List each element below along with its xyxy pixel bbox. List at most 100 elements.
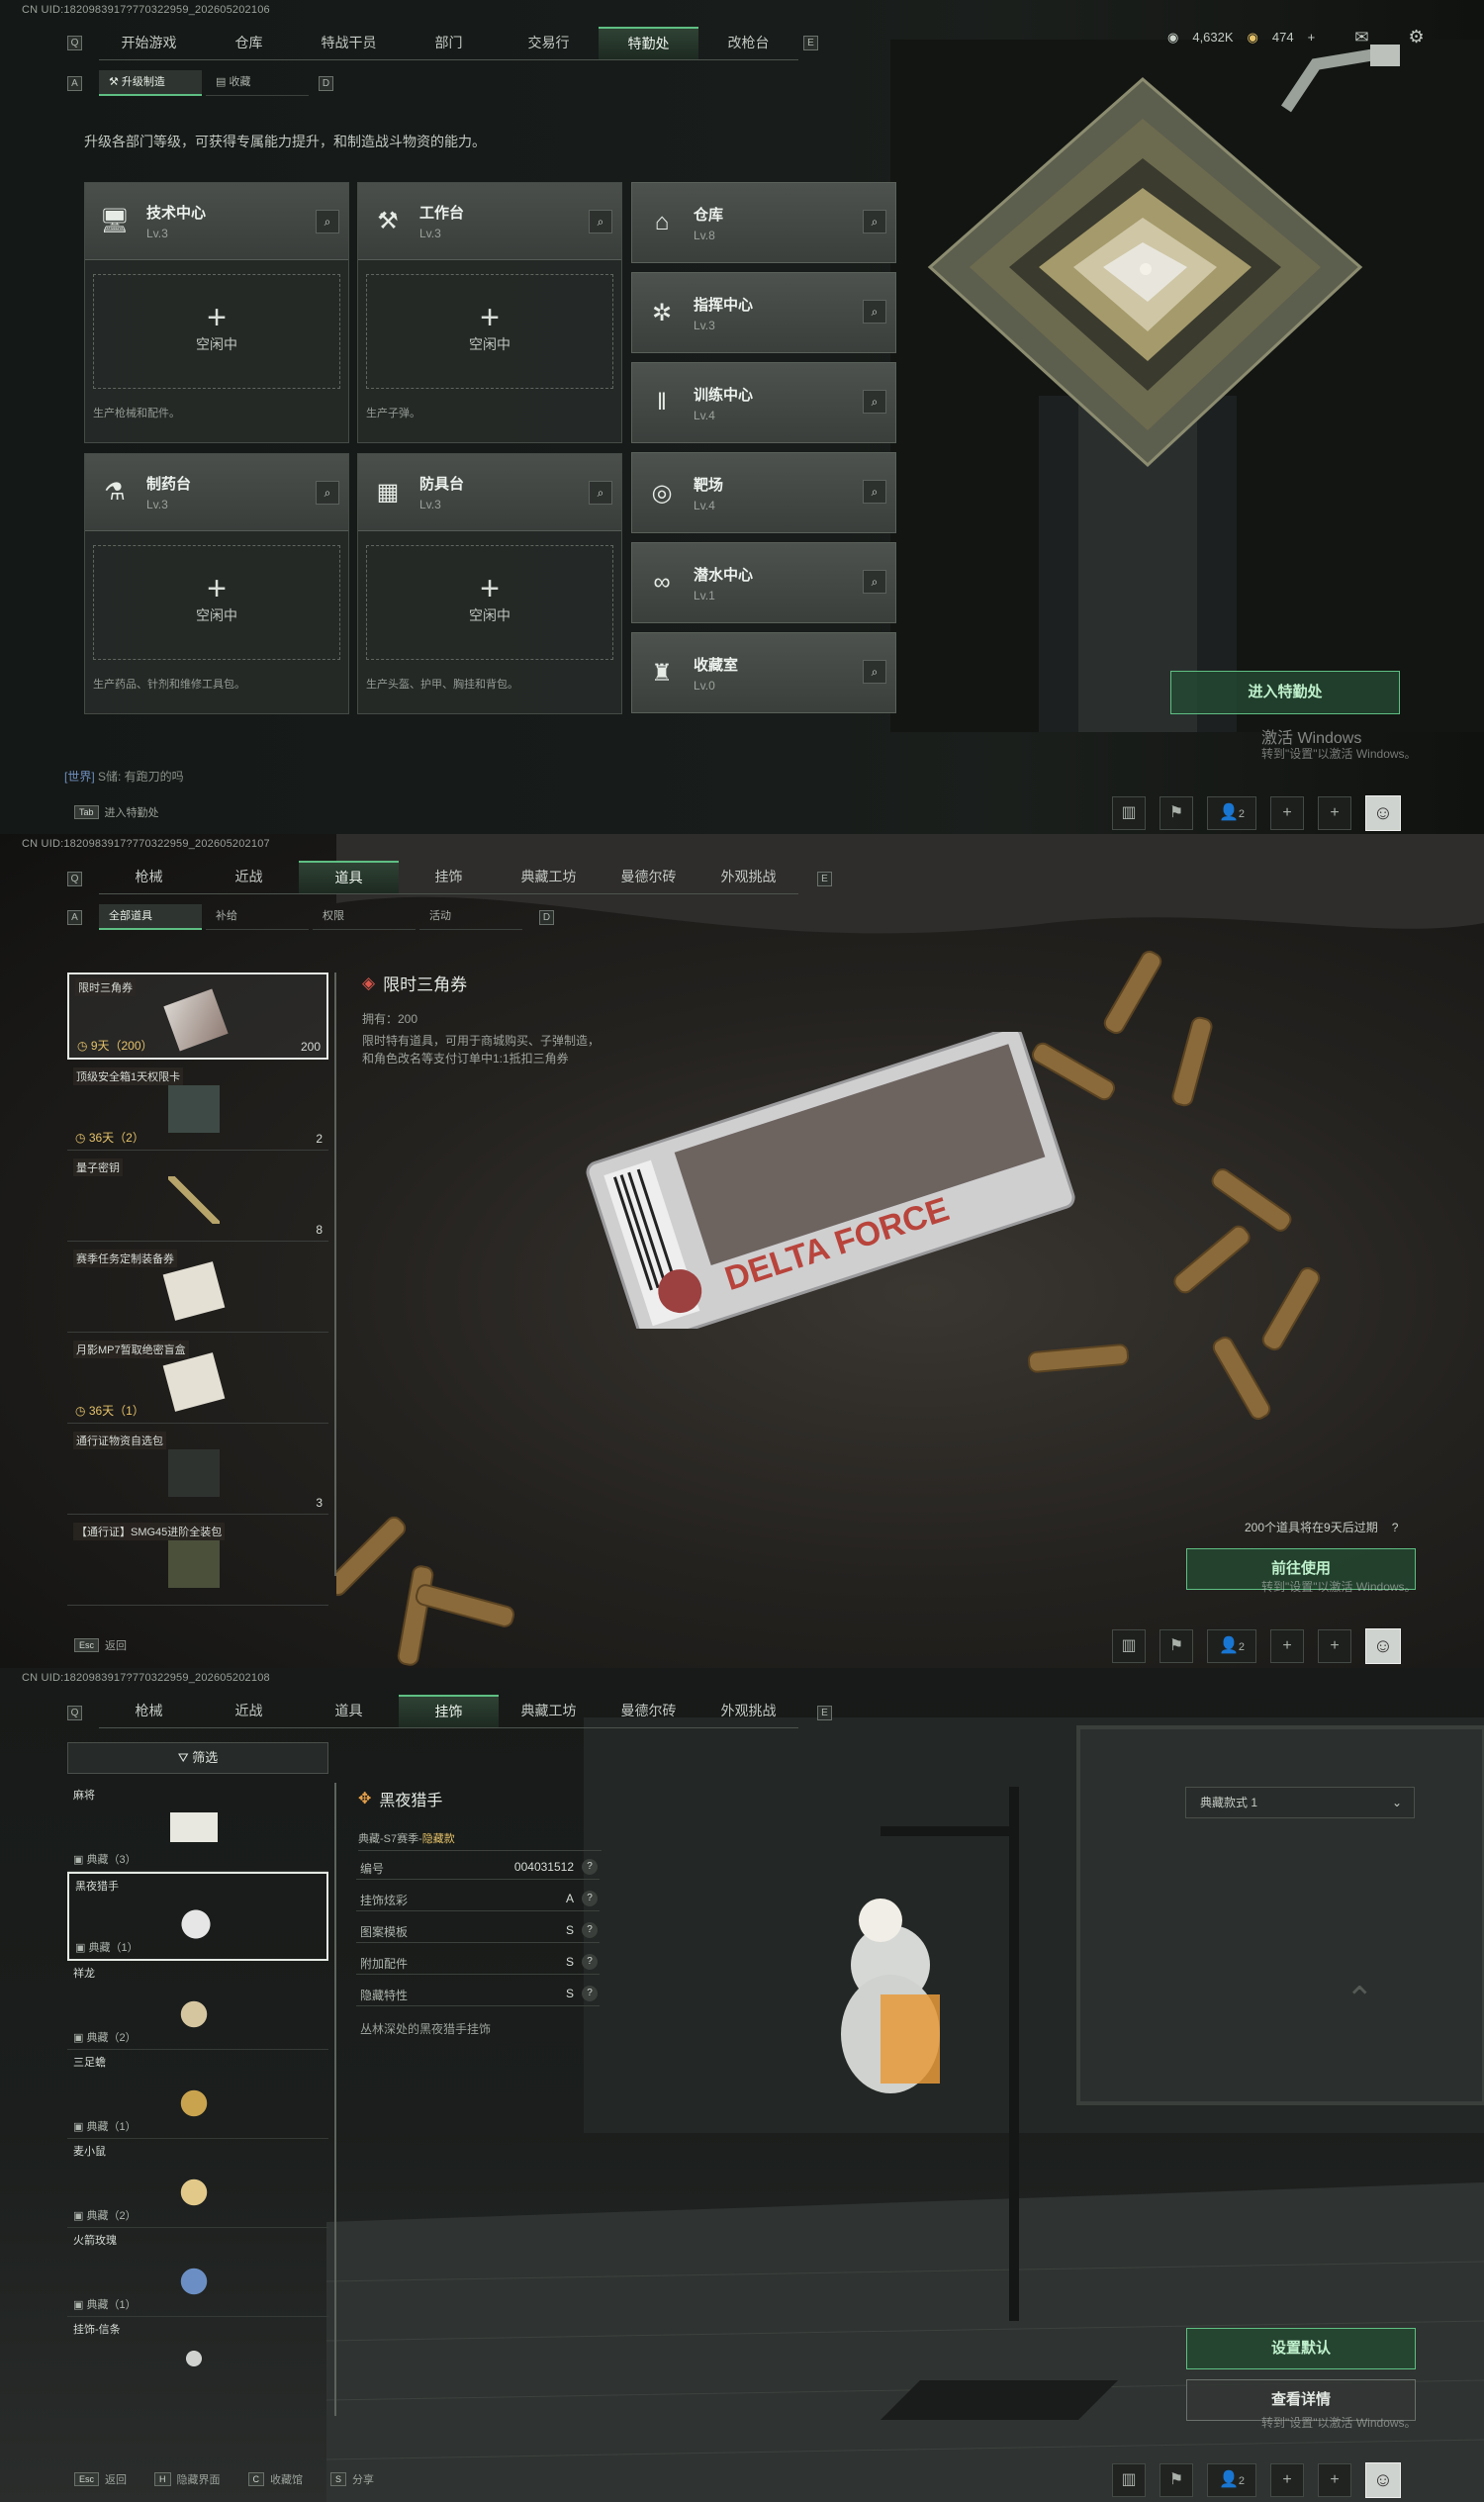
- subtab-all-items[interactable]: 全部道具: [99, 904, 202, 930]
- set-default-button[interactable]: 设置默认: [1186, 2328, 1416, 2369]
- stats-icon[interactable]: ▥: [1112, 1629, 1146, 1663]
- tab-hint[interactable]: Tab 进入特勤处: [74, 804, 159, 820]
- style-select[interactable]: 典藏款式 1 ⌄: [1185, 1787, 1415, 1818]
- invite-plus-button[interactable]: +: [1270, 2463, 1304, 2497]
- friends-button[interactable]: 👤2: [1207, 796, 1256, 830]
- tab-workshop[interactable]: 典藏工坊: [499, 861, 599, 893]
- invite-plus-button[interactable]: +: [1270, 796, 1304, 830]
- search-icon[interactable]: ⌕: [863, 300, 886, 324]
- tab-special-ops[interactable]: 特勤处: [599, 27, 698, 59]
- list-item[interactable]: 麻将 ▣ 典藏（3）: [67, 1783, 328, 1872]
- avatar[interactable]: ☺: [1365, 795, 1401, 831]
- search-icon[interactable]: ⌕: [589, 481, 612, 505]
- stats-icon[interactable]: ▥: [1112, 2463, 1146, 2497]
- tab-workshop[interactable]: 典藏工坊: [499, 1695, 599, 1727]
- nav-prev-key[interactable]: Q: [67, 1706, 82, 1720]
- list-item[interactable]: 通行证物资自选包 3: [67, 1428, 328, 1515]
- add-currency-button[interactable]: +: [1308, 30, 1316, 45]
- list-item[interactable]: 三足蟾 ▣ 典藏（1）: [67, 2050, 328, 2139]
- stats-icon[interactable]: ▥: [1112, 796, 1146, 830]
- list-item[interactable]: 黑夜猎手 ▣ 典藏（1）: [67, 1872, 328, 1961]
- tab-charms[interactable]: 挂饰: [399, 1695, 499, 1727]
- list-item[interactable]: 挂饰-信条: [67, 2317, 328, 2406]
- tab-guns[interactable]: 枪械: [99, 1695, 199, 1727]
- dept-card-diving[interactable]: ∞ 潜水中心 Lv.1 ⌕: [631, 542, 896, 623]
- help-icon[interactable]: ?: [582, 1922, 598, 1938]
- world-chat[interactable]: [世界] S储: 有跑刀的吗: [64, 768, 184, 785]
- tab-appearance-challenge[interactable]: 外观挑战: [698, 861, 798, 893]
- back-hint[interactable]: Esc 返回: [74, 1637, 127, 1653]
- nav-next-key[interactable]: E: [817, 872, 832, 886]
- list-item[interactable]: 月影MP7暂取绝密盲盒 ◷ 36天（1）: [67, 1337, 328, 1424]
- tab-items[interactable]: 道具: [299, 1695, 399, 1727]
- tab-departments[interactable]: 部门: [399, 27, 499, 59]
- gear-icon[interactable]: ⚙: [1408, 27, 1424, 47]
- hint-back[interactable]: Esc 返回: [74, 2471, 127, 2487]
- tab-trading[interactable]: 交易行: [499, 27, 599, 59]
- dept-card-training[interactable]: ‖ 训练中心 Lv.4 ⌕: [631, 362, 896, 443]
- invite-plus-button-2[interactable]: +: [1318, 1629, 1351, 1663]
- dept-card-range[interactable]: ◎ 靶场 Lv.4 ⌕: [631, 452, 896, 533]
- search-icon[interactable]: ⌕: [863, 480, 886, 504]
- nav-next-key[interactable]: E: [803, 36, 818, 50]
- tab-operators[interactable]: 特战干员: [299, 27, 399, 59]
- flag-icon[interactable]: ⚑: [1159, 2463, 1193, 2497]
- subtab-permission[interactable]: 权限: [313, 904, 416, 930]
- tab-melee[interactable]: 近战: [199, 861, 299, 893]
- subnav-next-key[interactable]: D: [539, 910, 554, 925]
- tab-items[interactable]: 道具: [299, 861, 399, 893]
- list-item[interactable]: 限时三角券 ◷ 9天（200） 200: [67, 973, 328, 1060]
- production-slot[interactable]: + 空闲中: [366, 545, 613, 660]
- enter-special-ops-button[interactable]: 进入特勤处: [1170, 671, 1400, 714]
- friends-button[interactable]: 👤2: [1207, 1629, 1256, 1663]
- list-item[interactable]: 麦小鼠 ▣ 典藏（2）: [67, 2139, 328, 2228]
- search-icon[interactable]: ⌕: [863, 570, 886, 594]
- subtab-event[interactable]: 活动: [419, 904, 522, 930]
- nav-prev-key[interactable]: Q: [67, 36, 82, 50]
- avatar[interactable]: ☺: [1365, 2462, 1401, 2498]
- hint-hide-ui[interactable]: H 隐藏界面: [154, 2471, 221, 2487]
- list-item[interactable]: 火箭玫瑰 ▣ 典藏（1）: [67, 2228, 328, 2317]
- subnav-next-key[interactable]: D: [319, 76, 333, 91]
- production-slot[interactable]: + 空闲中: [93, 545, 340, 660]
- mail-icon[interactable]: ✉: [1354, 28, 1368, 47]
- subnav-prev-key[interactable]: A: [67, 76, 82, 91]
- workshop-card-armor[interactable]: ▦ 防具台 Lv.3 ⌕ + 空闲中 生产头盔、护甲、胸挂和背包。: [357, 453, 622, 714]
- help-icon[interactable]: ?: [582, 1891, 598, 1906]
- subtab-collection[interactable]: ▤ 收藏: [206, 70, 309, 96]
- dept-card-warehouse[interactable]: ⌂ 仓库 Lv.8 ⌕: [631, 182, 896, 263]
- nav-next-key[interactable]: E: [817, 1706, 832, 1720]
- help-icon[interactable]: ?: [582, 1954, 598, 1970]
- search-icon[interactable]: ⌕: [316, 210, 339, 233]
- hint-collection-hall[interactable]: C 收藏馆: [247, 2471, 303, 2487]
- list-item[interactable]: 【通行证】SMG45进阶全装包: [67, 1519, 328, 1606]
- invite-plus-button[interactable]: +: [1270, 1629, 1304, 1663]
- avatar[interactable]: ☺: [1365, 1628, 1401, 1664]
- subtab-supply[interactable]: 补给: [206, 904, 309, 930]
- tab-melee[interactable]: 近战: [199, 1695, 299, 1727]
- tab-warehouse[interactable]: 仓库: [199, 27, 299, 59]
- invite-plus-button-2[interactable]: +: [1318, 796, 1351, 830]
- tab-mandel-brick[interactable]: 曼德尔砖: [599, 1695, 698, 1727]
- subtab-upgrade[interactable]: ⚒ 升级制造: [99, 70, 202, 96]
- search-icon[interactable]: ⌕: [589, 210, 612, 233]
- help-icon[interactable]: ?: [1392, 1521, 1399, 1534]
- friends-button[interactable]: 👤2: [1207, 2463, 1256, 2497]
- flag-icon[interactable]: ⚑: [1159, 796, 1193, 830]
- hint-share[interactable]: S 分享: [330, 2471, 374, 2487]
- flag-icon[interactable]: ⚑: [1159, 1629, 1193, 1663]
- help-icon[interactable]: ?: [582, 1986, 598, 2001]
- workshop-card-workbench[interactable]: ⚒ 工作台 Lv.3 ⌕ + 空闲中 生产子弹。: [357, 182, 622, 443]
- dept-card-command[interactable]: ✲ 指挥中心 Lv.3 ⌕: [631, 272, 896, 353]
- tab-appearance-challenge[interactable]: 外观挑战: [698, 1695, 798, 1727]
- nav-prev-key[interactable]: Q: [67, 872, 82, 886]
- dept-card-collection[interactable]: ♜ 收藏室 Lv.0 ⌕: [631, 632, 896, 713]
- help-icon[interactable]: ?: [582, 1859, 598, 1875]
- filter-button[interactable]: ⛛ 筛选: [67, 1742, 328, 1774]
- tab-gunsmith[interactable]: 改枪台: [698, 27, 798, 59]
- list-item[interactable]: 量子密钥 8: [67, 1155, 328, 1242]
- subnav-prev-key[interactable]: A: [67, 910, 82, 925]
- search-icon[interactable]: ⌕: [863, 390, 886, 414]
- search-icon[interactable]: ⌕: [863, 660, 886, 684]
- production-slot[interactable]: + 空闲中: [93, 274, 340, 389]
